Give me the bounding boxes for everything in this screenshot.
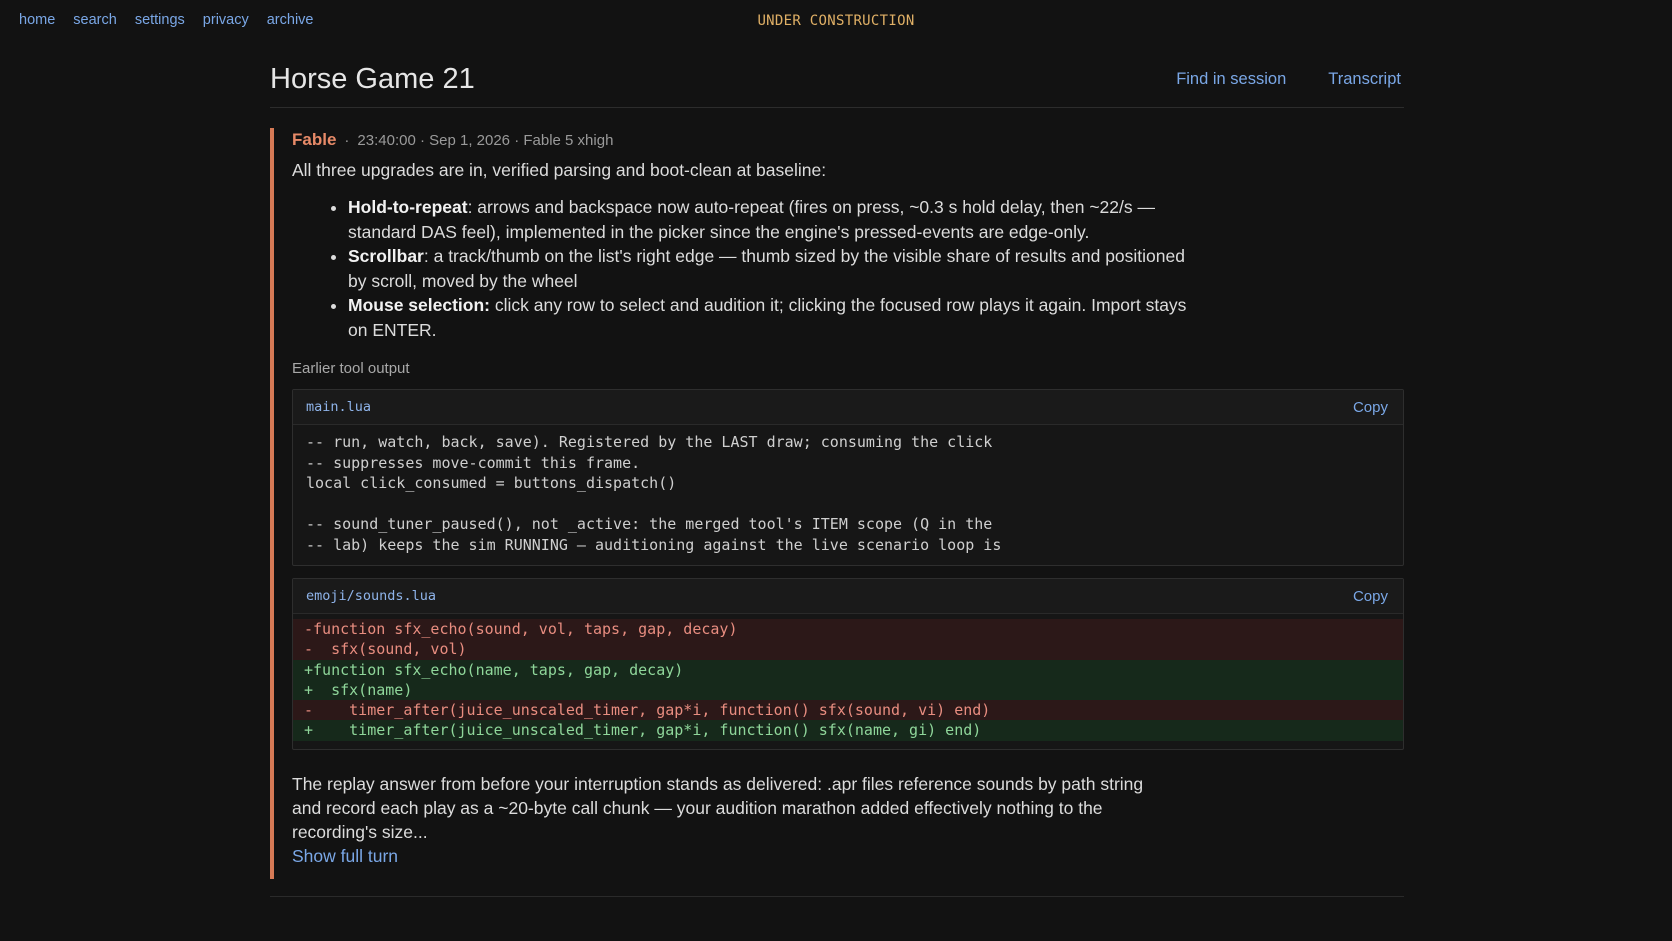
diff-line-removed: - timer_after(juice_unscaled_timer, gap*… — [293, 700, 1403, 721]
earlier-tool-output-label: Earlier tool output — [292, 360, 410, 377]
list-item: Mouse selection: click any row to select… — [348, 293, 1208, 342]
under-construction-banner: UNDER CONSTRUCTION — [757, 13, 915, 29]
page-header: Horse Game 21 Find in session Transcript — [270, 56, 1404, 108]
find-in-session-link[interactable]: Find in session — [1176, 70, 1286, 89]
list-item-title: Scrollbar — [348, 246, 424, 266]
diff-line-added: + timer_after(juice_unscaled_timer, gap*… — [293, 720, 1403, 741]
main-content: Horse Game 21 Find in session Transcript… — [270, 56, 1404, 879]
diff-line-added: + sfx(name) — [293, 679, 1403, 701]
copy-button[interactable]: Copy — [1353, 399, 1388, 416]
code-content: -- run, watch, back, save). Registered b… — [306, 433, 1002, 554]
list-item: Scrollbar: a track/thumb on the list's r… — [348, 244, 1208, 293]
bottom-divider — [270, 896, 1404, 897]
transcript-link[interactable]: Transcript — [1328, 70, 1401, 89]
header-actions: Find in session Transcript — [1176, 70, 1404, 89]
diff-line-removed: -function sfx_echo(sound, vol, taps, gap… — [293, 619, 1403, 640]
speaker-name: Fable — [292, 130, 337, 149]
turn-meta: Fable · 23:40:00 · Sep 1, 2026 · Fable 5… — [292, 128, 1404, 150]
list-item-text: : arrows and backspace now auto-repeat (… — [348, 197, 1155, 242]
list-item-title: Hold-to-repeat — [348, 197, 468, 217]
meta-separator: · — [344, 132, 350, 149]
show-full-turn-link[interactable]: Show full turn — [292, 846, 398, 867]
code-filename: main.lua — [306, 399, 372, 415]
upgrade-list: Hold-to-repeat: arrows and backspace now… — [292, 195, 1208, 342]
turn-intro-text: All three upgrades are in, verified pars… — [292, 160, 827, 180]
turn-timestamp-model: 23:40:00 · Sep 1, 2026 · Fable 5 xhigh — [357, 132, 614, 149]
code-block-sounds-lua: emoji/sounds.lua Copy -function sfx_echo… — [292, 578, 1404, 750]
code-filename: emoji/sounds.lua — [306, 588, 437, 604]
code-block-main-lua: main.lua Copy -- run, watch, back, save)… — [292, 389, 1404, 566]
list-item: Hold-to-repeat: arrows and backspace now… — [348, 195, 1208, 244]
copy-button[interactable]: Copy — [1353, 588, 1388, 605]
diff-line-added: +function sfx_echo(name, taps, gap, deca… — [293, 659, 1403, 680]
diff-line-removed: - sfx(sound, vol) — [293, 639, 1403, 660]
diff-content: -function sfx_echo(sound, vol, taps, gap… — [293, 614, 1403, 749]
list-item-text: : a track/thumb on the list's right edge… — [348, 246, 1185, 291]
code-block-header: main.lua Copy — [293, 390, 1403, 425]
list-item-title: Mouse selection: — [348, 295, 490, 315]
page-title: Horse Game 21 — [270, 62, 475, 95]
turn-outro-text: The replay answer from before your inter… — [292, 773, 1144, 842]
code-block-header: emoji/sounds.lua Copy — [293, 579, 1403, 614]
assistant-turn: Fable · 23:40:00 · Sep 1, 2026 · Fable 5… — [270, 128, 1404, 879]
